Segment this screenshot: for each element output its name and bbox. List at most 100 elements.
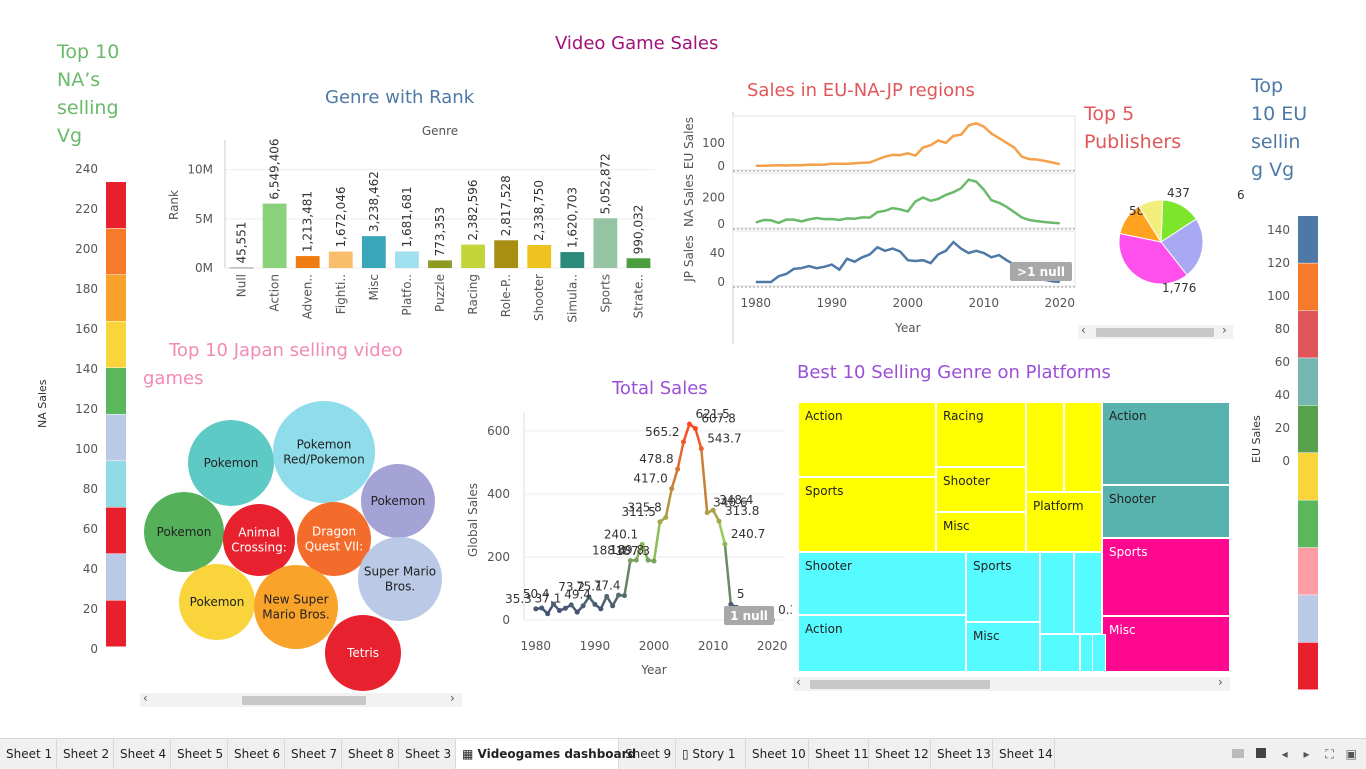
genre-rank-chart: Genre Rank 10M 5M 0M 45,551 Null 6,549,406 Actio…	[167, 124, 655, 323]
regions-x-tick: 1980	[741, 296, 772, 310]
sheet-tab[interactable]: Sheet 6	[228, 739, 285, 769]
total-y-tick: 0	[502, 613, 510, 627]
total-point	[675, 466, 681, 472]
total-point	[533, 606, 539, 612]
eu-title-line: sellin	[1251, 131, 1301, 153]
treemap-cell: Sports	[1102, 538, 1230, 616]
total-point	[539, 605, 545, 611]
total-point	[728, 601, 734, 607]
total-point-label: 478.8	[639, 452, 673, 466]
eu-title-line: 10 EU	[1251, 103, 1308, 125]
total-point	[663, 514, 669, 520]
japan-title-line: games	[143, 368, 204, 389]
regions-chart: 1000EU Sales2000NA Sales400JP Sales1980 1…	[682, 112, 1076, 344]
legend-tick: 40	[83, 562, 98, 576]
pie-label: 1,776	[1162, 281, 1196, 295]
genre-rank-title: Genre with Rank	[325, 87, 475, 108]
legend-swatch	[1298, 358, 1318, 406]
rank-category-label: Role-P..	[499, 274, 513, 317]
sheet-tab[interactable]: Sheet 12	[869, 739, 931, 769]
total-point	[556, 608, 562, 614]
sheet-tab[interactable]: Sheet 1	[0, 739, 57, 769]
na-axis-label: NA Sales	[36, 379, 49, 428]
total-line-segment	[694, 428, 703, 450]
sheet-tab[interactable]: Sheet 8	[342, 739, 399, 769]
sheet-tab[interactable]: Sheet 10	[746, 739, 809, 769]
japan-title: Top 10 Japan selling video games	[143, 337, 403, 393]
sheet-tab[interactable]: ▯ Story 1	[676, 739, 746, 769]
sheet-tab[interactable]: Sheet 13	[931, 739, 993, 769]
regions-x-tick: 2020	[1045, 296, 1076, 310]
bubble-label: Crossing:	[231, 541, 287, 555]
total-point	[716, 518, 722, 524]
scroll-left-icon[interactable]: ‹	[1081, 323, 1086, 337]
scroll-right-icon[interactable]: ›	[1222, 323, 1227, 337]
fit-icon[interactable]: ⛶	[1325, 747, 1333, 761]
total-point	[692, 425, 698, 431]
total-point	[627, 558, 633, 564]
sheet-tab[interactable]: Sheet 9	[619, 739, 676, 769]
sheet-tab[interactable]: Sheet 11	[809, 739, 869, 769]
sheet-tab[interactable]: Sheet 14	[993, 739, 1055, 769]
scroll-thumb[interactable]	[1096, 328, 1214, 337]
rank-top-label: Genre	[422, 124, 458, 138]
scroll-left-icon[interactable]: ‹	[143, 691, 148, 705]
rank-bar	[295, 256, 320, 268]
legend-swatch	[106, 554, 126, 600]
legend-swatch	[106, 414, 126, 461]
pie-label: 437	[1167, 186, 1190, 200]
rank-category-label: Fighti..	[334, 274, 348, 314]
legend-swatch	[106, 461, 126, 507]
legend-tick: 40	[1275, 388, 1290, 402]
total-y-label: Global Sales	[466, 483, 480, 557]
legend-swatch	[1298, 547, 1318, 595]
rank-bar-value: 5,052,872	[598, 153, 612, 214]
sheet-tab[interactable]: Sheet 7	[285, 739, 342, 769]
legend-tick: 100	[1267, 289, 1290, 303]
grid-view-icon[interactable]	[1232, 749, 1244, 758]
scroll-right-icon[interactable]: ›	[1218, 675, 1223, 689]
bubble-label: Pokemon	[157, 525, 212, 539]
present-icon[interactable]: ▣	[1346, 747, 1357, 761]
eu-panel-title: Top 10 EU sellin g Vg	[1251, 72, 1307, 184]
rank-bar	[395, 251, 419, 268]
treemap-cell: Platform	[1026, 492, 1102, 552]
legend-swatch	[1298, 500, 1318, 548]
sheet-tab[interactable]: Sheet 5	[171, 739, 228, 769]
sheet-tab[interactable]: ▦ Videogames dashboard	[456, 739, 636, 769]
total-line-segment	[723, 544, 733, 605]
treemap-cell	[1092, 634, 1106, 672]
total-point-label: 607.8	[701, 411, 735, 425]
tab-controls: ◂ ▸ ⛶ ▣	[1232, 747, 1357, 762]
sheet-tab[interactable]: Sheet 2	[57, 739, 114, 769]
scroll-thumb[interactable]	[242, 696, 366, 705]
rank-bar-value: 773,353	[433, 207, 447, 257]
treemap-cell: Action	[798, 402, 936, 477]
next-sheet-icon[interactable]: ▸	[1304, 747, 1310, 761]
sheet-tab[interactable]: Sheet 3	[399, 739, 456, 769]
scroll-right-icon[interactable]: ›	[450, 691, 455, 705]
total-point-label: 240.1	[604, 527, 638, 541]
rank-bar-value: 2,382,596	[466, 179, 480, 240]
legend-tick: 80	[1275, 322, 1290, 336]
total-point-label: 565.2	[645, 425, 679, 439]
total-y-tick: 600	[487, 424, 510, 438]
rank-bar	[626, 258, 651, 268]
treemap-scrollbar[interactable]: ‹ ›	[793, 675, 1230, 691]
treemap: Action Racing Sports Shooter Platform Misc Act…	[798, 402, 1230, 672]
rank-bar	[494, 240, 519, 268]
publishers-scrollbar[interactable]: ‹ ›	[1078, 323, 1233, 339]
scroll-left-icon[interactable]: ‹	[796, 675, 801, 689]
rank-category-label: Racing	[466, 274, 480, 315]
rank-bar-value: 6,549,406	[268, 139, 282, 200]
legend-swatch	[1298, 310, 1318, 358]
scroll-thumb[interactable]	[810, 680, 990, 689]
regions-y-tick: 100	[702, 136, 725, 150]
japan-scrollbar[interactable]: ‹ ›	[140, 691, 462, 707]
sheet-tab[interactable]: Sheet 4	[114, 739, 171, 769]
legend-tick: 120	[1267, 256, 1290, 270]
filmstrip-icon[interactable]	[1255, 748, 1266, 758]
total-point-label: 5	[737, 587, 745, 601]
prev-sheet-icon[interactable]: ◂	[1282, 747, 1288, 761]
total-point	[580, 603, 586, 609]
